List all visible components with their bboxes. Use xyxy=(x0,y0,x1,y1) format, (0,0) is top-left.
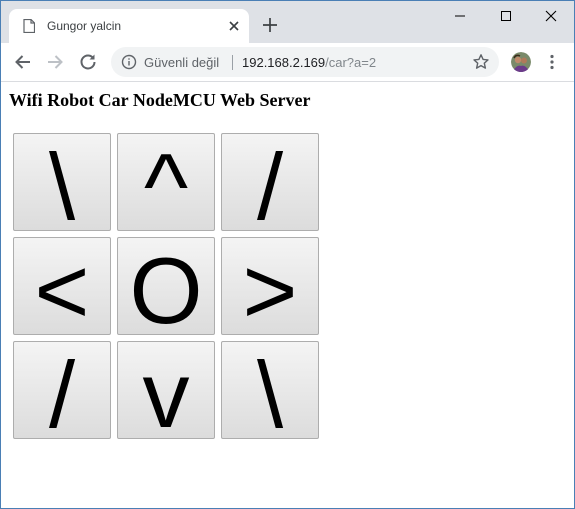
right-button[interactable]: > xyxy=(221,237,319,335)
forward-label: ^ xyxy=(143,134,189,231)
close-tab-icon[interactable] xyxy=(227,19,241,33)
bookmark-star-icon[interactable] xyxy=(472,53,490,71)
stop-button[interactable]: O xyxy=(117,237,215,335)
url-text[interactable]: 192.168.2.169/car?a=2 xyxy=(242,55,376,70)
new-tab-icon[interactable] xyxy=(263,18,277,32)
more-menu-icon[interactable] xyxy=(547,53,557,71)
minimize-icon xyxy=(455,15,465,17)
right-label: > xyxy=(242,238,298,335)
info-icon[interactable] xyxy=(121,54,137,70)
forward-button[interactable]: ^ xyxy=(117,133,215,231)
address-bar[interactable]: Güvenli değil 192.168.2.169/car?a=2 xyxy=(111,47,499,77)
maximize-button[interactable] xyxy=(483,1,529,31)
backward-left-button[interactable]: / xyxy=(13,341,111,439)
forward-right-button[interactable]: / xyxy=(221,133,319,231)
forward-left-label: \ xyxy=(48,134,76,231)
maximize-icon xyxy=(501,11,511,21)
document-icon xyxy=(23,19,35,33)
close-window-icon xyxy=(545,10,557,22)
browser-tab[interactable]: Gungor yalcin xyxy=(9,9,249,43)
forward-left-button[interactable]: \ xyxy=(13,133,111,231)
stop-label: O xyxy=(129,238,203,335)
page-title: Wifi Robot Car NodeMCU Web Server xyxy=(9,90,311,110)
url-host: 192.168.2.169 xyxy=(242,55,326,70)
page-content: Wifi Robot Car NodeMCU Web Server \ ^ / … xyxy=(1,82,574,508)
back-icon[interactable] xyxy=(13,52,33,72)
address-separator xyxy=(232,55,233,70)
backward-right-label: \ xyxy=(256,342,284,439)
direction-pad: \ ^ / < O > / v \ xyxy=(13,133,321,441)
security-status[interactable]: Güvenli değil xyxy=(144,55,219,70)
backward-button[interactable]: v xyxy=(117,341,215,439)
url-path: /car?a=2 xyxy=(325,55,377,70)
backward-label: v xyxy=(142,342,190,439)
browser-window: Gungor yalcin Güvenli değil 192.168.2.16… xyxy=(0,0,575,509)
tab-title: Gungor yalcin xyxy=(47,19,122,33)
reload-icon[interactable] xyxy=(78,52,98,72)
forward-icon[interactable] xyxy=(45,52,65,72)
close-window-button[interactable] xyxy=(528,1,574,31)
forward-right-label: / xyxy=(256,134,284,231)
backward-right-button[interactable]: \ xyxy=(221,341,319,439)
profile-photo-icon xyxy=(511,52,531,72)
backward-left-label: / xyxy=(48,342,76,439)
tab-strip: Gungor yalcin xyxy=(1,1,574,43)
left-button[interactable]: < xyxy=(13,237,111,335)
minimize-button[interactable] xyxy=(437,1,483,31)
browser-toolbar: Güvenli değil 192.168.2.169/car?a=2 xyxy=(1,43,574,82)
profile-avatar[interactable] xyxy=(511,52,531,72)
left-label: < xyxy=(34,238,90,335)
